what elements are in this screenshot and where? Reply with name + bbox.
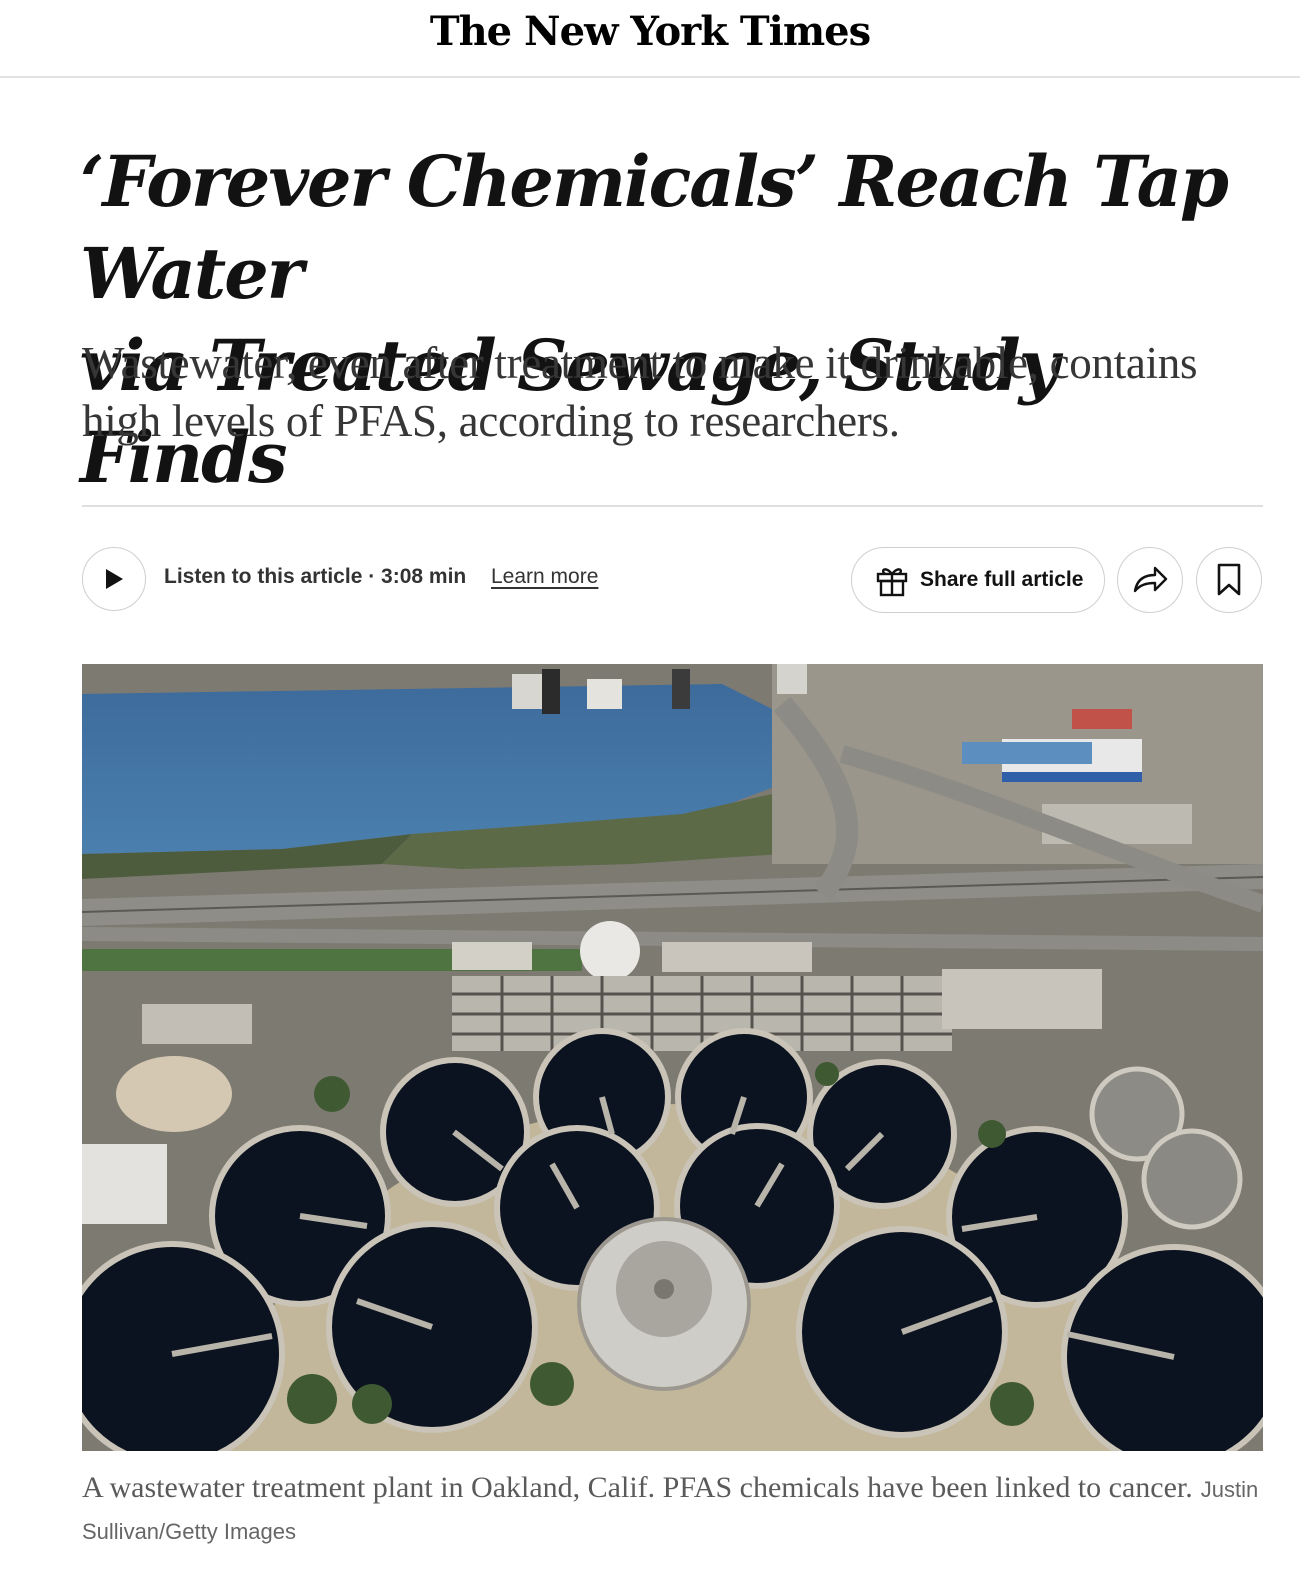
wastewater-plant-image bbox=[82, 664, 1263, 1451]
article-summary: Wastewater, even after treatment to make… bbox=[82, 338, 1198, 446]
listen-label: Listen to this article · 3:08 min bbox=[164, 565, 467, 588]
bookmark-icon bbox=[1217, 563, 1241, 596]
share-full-article-button[interactable]: Share full article bbox=[851, 547, 1105, 613]
learn-more-link[interactable]: Learn more bbox=[491, 565, 598, 589]
article-photo[interactable] bbox=[82, 664, 1263, 1451]
nyt-logo[interactable]: The New York Times bbox=[0, 8, 1300, 55]
play-audio-button[interactable] bbox=[82, 547, 146, 611]
divider bbox=[82, 505, 1263, 507]
masthead: The New York Times bbox=[0, 0, 1300, 78]
caption-text: A wastewater treatment plant in Oakland,… bbox=[82, 1471, 1193, 1504]
share-arrow-icon bbox=[1133, 566, 1168, 593]
share-label: Share full article bbox=[920, 568, 1084, 591]
play-icon bbox=[106, 569, 123, 589]
photo-caption: A wastewater treatment plant in Oakland,… bbox=[82, 1468, 1282, 1552]
gift-icon bbox=[876, 568, 908, 597]
save-article-button[interactable] bbox=[1196, 547, 1262, 613]
headline-line-1: ‘Forever Chemicals’ Reach Tap Water bbox=[80, 140, 1229, 315]
share-button[interactable] bbox=[1117, 547, 1183, 613]
